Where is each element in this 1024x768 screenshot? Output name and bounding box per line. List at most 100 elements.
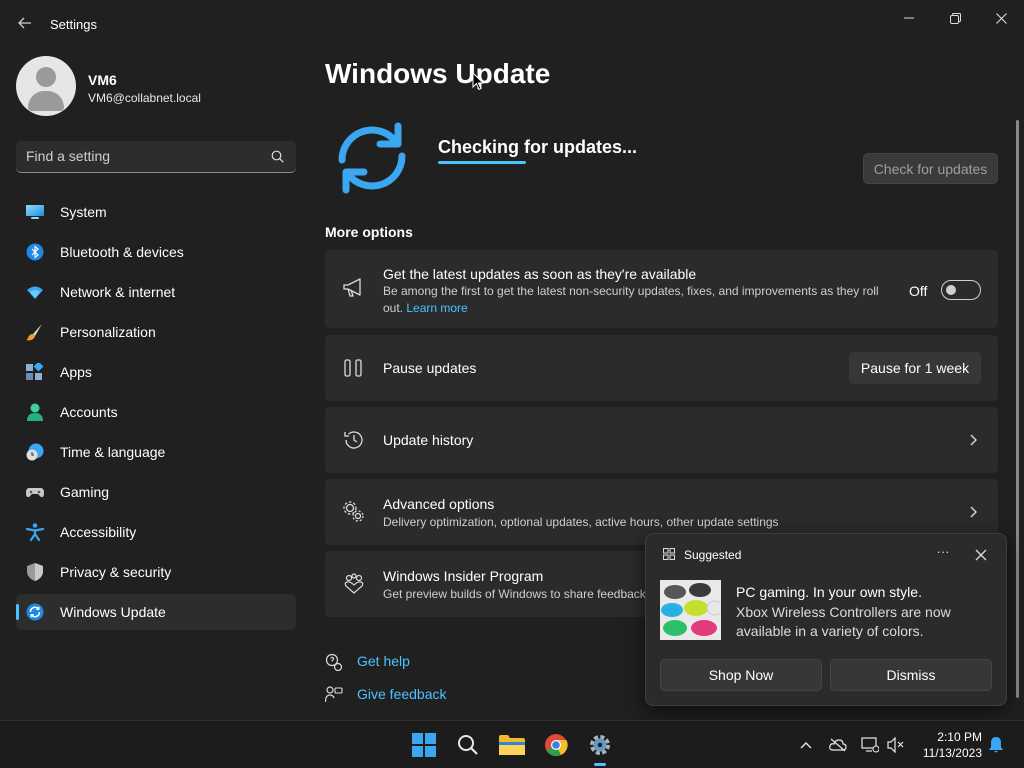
latest-updates-card[interactable]: Get the latest updates as soon as they'r…: [325, 250, 998, 328]
sidebar-item-system[interactable]: System: [16, 194, 296, 230]
close-icon: [995, 12, 1007, 24]
file-explorer-button[interactable]: [496, 729, 528, 761]
sidebar-item-privacy[interactable]: Privacy & security: [16, 554, 296, 590]
user-email: VM6@collabnet.local: [88, 91, 201, 105]
suggested-app-icon: [663, 548, 675, 560]
sidebar-item-accounts[interactable]: Accounts: [16, 394, 296, 430]
brush-icon: [26, 324, 42, 341]
advanced-options-description: Delivery optimization, optional updates,…: [383, 515, 779, 529]
search-box[interactable]: [16, 141, 296, 173]
settings-taskbar-button[interactable]: [584, 729, 616, 761]
suggestion-toast[interactable]: Suggested ··· PC gaming. In your own sty…: [645, 533, 1007, 706]
back-arrow-icon: [18, 17, 31, 29]
sidebar-item-bluetooth[interactable]: Bluetooth & devices: [16, 234, 296, 270]
insider-hearts-icon: [344, 573, 364, 594]
apps-icon: [26, 363, 44, 380]
sidebar-item-accessibility[interactable]: Accessibility: [16, 514, 296, 550]
search-input[interactable]: [26, 148, 266, 164]
toggle-state-label: Off: [909, 283, 928, 299]
chrome-button[interactable]: [540, 729, 572, 761]
sync-icon: [338, 122, 406, 194]
sidebar-item-time-language[interactable]: Time & language: [16, 434, 296, 470]
onedrive-tray-button[interactable]: [828, 735, 848, 755]
give-feedback-link[interactable]: Give feedback: [357, 686, 447, 702]
sidebar-item-windows-update[interactable]: Windows Update: [16, 594, 296, 630]
check-for-updates-button[interactable]: Check for updates: [863, 153, 998, 184]
user-name: VM6: [88, 72, 117, 88]
toggle-knob: [946, 285, 956, 295]
volume-tray-button[interactable]: [886, 735, 906, 755]
cloud-offline-icon: [829, 738, 847, 752]
wifi-icon: [27, 286, 43, 299]
windows-logo-icon: [412, 733, 436, 757]
clock-time: 2:10 PM: [937, 730, 982, 744]
gamepad-icon: [26, 488, 44, 498]
speaker-muted-icon: [887, 737, 904, 753]
accessibility-icon: [26, 523, 44, 541]
minimize-icon: [904, 17, 914, 19]
show-hidden-icons-button[interactable]: [796, 735, 816, 755]
avatar-head: [36, 67, 56, 87]
sidebar-item-label: Time & language: [60, 444, 166, 460]
search-icon[interactable]: [271, 150, 284, 163]
controllers-illustration: [660, 580, 721, 640]
sidebar-item-network[interactable]: Network & internet: [16, 274, 296, 310]
history-icon: [344, 431, 363, 449]
restore-button[interactable]: [933, 6, 977, 30]
taskbar-search-button[interactable]: [452, 729, 484, 761]
sidebar-item-label: Personalization: [60, 324, 156, 340]
clock-date: 11/13/2023: [922, 746, 982, 760]
scrollbar[interactable]: [1016, 120, 1019, 698]
page-title: Windows Update: [325, 58, 551, 89]
update-history-card[interactable]: Update history: [325, 407, 998, 473]
toast-app-name: Suggested: [684, 548, 742, 562]
sidebar-item-label: Accounts: [60, 404, 118, 420]
sidebar-item-label: Windows Update: [60, 604, 166, 620]
pause-for-week-button[interactable]: Pause for 1 week: [849, 352, 981, 384]
pause-updates-card: Pause updates Pause for 1 week: [325, 335, 998, 401]
progress-bar: [438, 161, 626, 164]
bell-icon: [989, 737, 1003, 753]
help-chat-icon: [325, 653, 343, 671]
network-icon: [861, 737, 879, 753]
restore-icon: [949, 12, 961, 24]
sidebar-item-label: Bluetooth & devices: [60, 244, 184, 260]
app-title: Settings: [50, 17, 97, 32]
start-button[interactable]: [408, 729, 440, 761]
avatar-body: [28, 91, 64, 111]
get-help-link[interactable]: Get help: [357, 653, 410, 669]
minimize-button[interactable]: [887, 6, 931, 30]
sidebar-item-gaming[interactable]: Gaming: [16, 474, 296, 510]
dismiss-button[interactable]: Dismiss: [830, 659, 992, 691]
network-tray-button[interactable]: [860, 735, 880, 755]
toast-close-icon[interactable]: [972, 546, 990, 564]
pause-icon: [344, 359, 362, 377]
sidebar-item-label: Gaming: [60, 484, 110, 500]
windows-update-icon: [26, 603, 44, 621]
insider-program-title: Windows Insider Program: [383, 568, 544, 584]
latest-updates-toggle[interactable]: [941, 280, 981, 300]
more-options-heading: More options: [325, 224, 413, 240]
chevron-right-icon: [970, 506, 977, 518]
toast-title: PC gaming. In your own style.: [736, 584, 922, 600]
back-button[interactable]: [14, 12, 36, 34]
taskbar-clock[interactable]: 2:10 PM 11/13/2023: [912, 729, 982, 761]
close-button[interactable]: [979, 6, 1023, 30]
search-icon: [458, 735, 478, 755]
learn-more-link[interactable]: Learn more: [406, 301, 467, 315]
sidebar-item-personalization[interactable]: Personalization: [16, 314, 296, 350]
chevron-right-icon: [970, 434, 977, 446]
shop-now-button[interactable]: Shop Now: [660, 659, 822, 691]
chevron-up-icon: [800, 742, 812, 749]
progress-fill: [438, 161, 526, 164]
avatar: [16, 56, 76, 116]
bluetooth-icon: [26, 243, 44, 261]
more-options-button[interactable]: ···: [932, 544, 954, 564]
folder-icon: [499, 735, 525, 755]
notifications-button[interactable]: [986, 735, 1006, 755]
title-bar: Settings: [0, 0, 1024, 48]
megaphone-icon: [343, 278, 361, 297]
sidebar-item-label: Apps: [60, 364, 92, 380]
sidebar-item-apps[interactable]: Apps: [16, 354, 296, 390]
latest-updates-title: Get the latest updates as soon as they'r…: [383, 266, 697, 282]
